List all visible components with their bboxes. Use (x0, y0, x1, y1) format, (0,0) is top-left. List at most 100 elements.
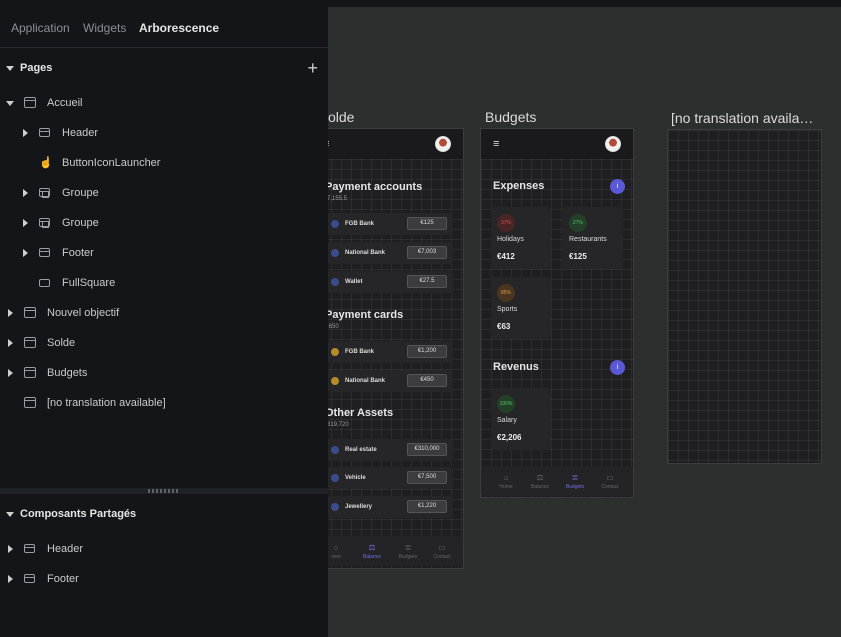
expand-caret-icon[interactable] (23, 219, 28, 227)
collapse-caret-icon[interactable] (6, 66, 14, 71)
tab-budgets[interactable]: ≣ Budgets (558, 473, 592, 490)
bank-icon (331, 249, 339, 257)
tab-balance[interactable]: ⚖ Balance (523, 473, 557, 490)
account-value: €7,003 (407, 246, 447, 259)
card-name: FGB Bank (345, 349, 375, 355)
account-row[interactable]: National Bank €7,003 (327, 242, 453, 264)
account-row[interactable]: FGB Bank €125 (327, 213, 453, 235)
page-icon (24, 307, 36, 318)
revenue-card[interactable]: 100% Salary €2,206 (491, 388, 551, 450)
tree-item-nouvel-objectif[interactable]: Nouvel objectif (0, 298, 328, 328)
drag-handle-icon[interactable] (147, 489, 179, 493)
shared-item-footer[interactable]: Footer (0, 564, 328, 594)
revenue-value: €2,206 (497, 433, 522, 442)
tree-item-label: FullSquare (62, 277, 116, 289)
scale-icon: ⚖ (536, 473, 544, 482)
payment-cards-total: ,650 (327, 324, 339, 330)
tree-item-label: Footer (62, 247, 94, 259)
payment-cards-title: Payment cards (325, 309, 404, 321)
budget-card[interactable]: 27% Restaurants €125 (563, 207, 623, 269)
expand-caret-icon[interactable] (23, 189, 28, 197)
expand-caret-icon[interactable] (8, 545, 13, 553)
tree-item-header[interactable]: Header (0, 118, 328, 148)
asset-value: €310,000 (407, 443, 447, 456)
payment-accounts-total: 7,155.5 (327, 196, 348, 202)
home-icon: ⌂ (503, 473, 509, 482)
expand-caret-icon[interactable] (23, 129, 28, 137)
tab-home[interactable]: ⌂ Home (489, 473, 523, 490)
asset-row[interactable]: Real estate €310,000 (327, 439, 453, 461)
tree-item-untranslated[interactable]: [no translation available] (0, 388, 328, 418)
solde-phone-frame[interactable]: ≡ Payment accounts 7,155.5 FGB Bank€125 … (310, 128, 464, 569)
tree-item-fullsquare[interactable]: FullSquare (0, 268, 328, 298)
tree-item-budgets[interactable]: Budgets (0, 358, 328, 388)
tree-item-groupe[interactable]: Groupe (0, 208, 328, 238)
layout-icon (39, 248, 50, 257)
tree-item-buttoniconlauncher[interactable]: ☝ ButtonIconLauncher (0, 148, 328, 178)
asset-row[interactable]: Jewellery €1,220 (327, 496, 453, 518)
percentage-ring: 27% (569, 214, 587, 232)
card-name: National Bank (345, 378, 386, 384)
expand-caret-icon[interactable] (8, 369, 13, 377)
expand-caret-icon[interactable] (23, 249, 28, 257)
gem-icon (331, 503, 339, 511)
tree-item-label: Groupe (62, 187, 99, 199)
pages-header[interactable]: Pages (20, 62, 52, 74)
collapse-caret-icon[interactable] (6, 101, 14, 106)
expenses-title: Expenses (493, 180, 545, 192)
avatar[interactable] (605, 136, 621, 152)
panel-tabs: Application Widgets Arborescence (0, 7, 328, 48)
card-row[interactable]: FGB Bank €1,200 (327, 341, 453, 363)
tab-contact[interactable]: ▭ Contact (425, 543, 459, 560)
info-badge[interactable]: i (610, 179, 625, 194)
card-value: €450 (407, 374, 447, 387)
payment-accounts-title: Payment accounts (325, 181, 423, 193)
shared-components-header[interactable]: Composants Partagés (20, 508, 136, 520)
avatar[interactable] (435, 136, 451, 152)
tab-bar: ⌂ ome ⚖ Balance ≣ Budgets ▭ Contact (315, 536, 463, 566)
frame-title-untranslated[interactable]: [no translation availa… (671, 110, 813, 126)
grid-background (668, 130, 821, 463)
tab-balance[interactable]: ⚖ Balance (355, 543, 389, 560)
tab-contact[interactable]: ▭ Contact (593, 473, 627, 490)
tab-arborescence[interactable]: Arborescence (139, 21, 219, 35)
layout-icon (39, 128, 50, 137)
asset-row[interactable]: Vehicle €7,500 (327, 467, 453, 489)
card-value: €1,200 (407, 345, 447, 358)
home-icon (331, 446, 339, 454)
tab-application[interactable]: Application (11, 21, 70, 35)
account-name: National Bank (345, 250, 386, 256)
tree-item-footer[interactable]: Footer (0, 238, 328, 268)
tab-widgets[interactable]: Widgets (83, 21, 126, 35)
tree-item-solde[interactable]: Solde (0, 328, 328, 358)
expand-caret-icon[interactable] (8, 339, 13, 347)
card-row[interactable]: National Bank €450 (327, 370, 453, 392)
layout-icon (24, 574, 35, 583)
frame-title-budgets[interactable]: Budgets (485, 109, 536, 125)
untranslated-phone-frame[interactable] (667, 129, 822, 464)
page-icon (24, 367, 36, 378)
frame-title-solde[interactable]: olde (328, 109, 354, 125)
top-bar (0, 0, 841, 7)
budget-card[interactable]: 37% Holidays €412 (491, 207, 551, 269)
shared-item-header[interactable]: Header (0, 534, 328, 564)
card-icon (331, 377, 339, 385)
tree-item-label: Accueil (47, 97, 83, 109)
info-badge[interactable]: i (610, 360, 625, 375)
tree-item-label: Solde (47, 337, 76, 349)
stack-icon: ≣ (404, 543, 412, 552)
account-name: FGB Bank (345, 221, 375, 227)
menu-icon[interactable]: ≡ (493, 138, 499, 150)
asset-name: Vehicle (345, 475, 366, 481)
budget-card[interactable]: 85% Sports €63 (491, 277, 551, 339)
chat-icon: ▭ (606, 473, 614, 482)
tab-budgets[interactable]: ≣ Budgets (391, 543, 425, 560)
budgets-phone-frame[interactable]: ≡ Expenses i 37% Holidays €412 27% Resta… (480, 128, 634, 498)
add-page-icon[interactable]: + (307, 59, 318, 77)
expand-caret-icon[interactable] (8, 575, 13, 583)
collapse-caret-icon[interactable] (6, 512, 14, 517)
tree-item-groupe[interactable]: Groupe (0, 178, 328, 208)
tree-item-accueil[interactable]: Accueil (0, 88, 328, 118)
account-row[interactable]: Wallet €27.5 (327, 271, 453, 293)
expand-caret-icon[interactable] (8, 309, 13, 317)
